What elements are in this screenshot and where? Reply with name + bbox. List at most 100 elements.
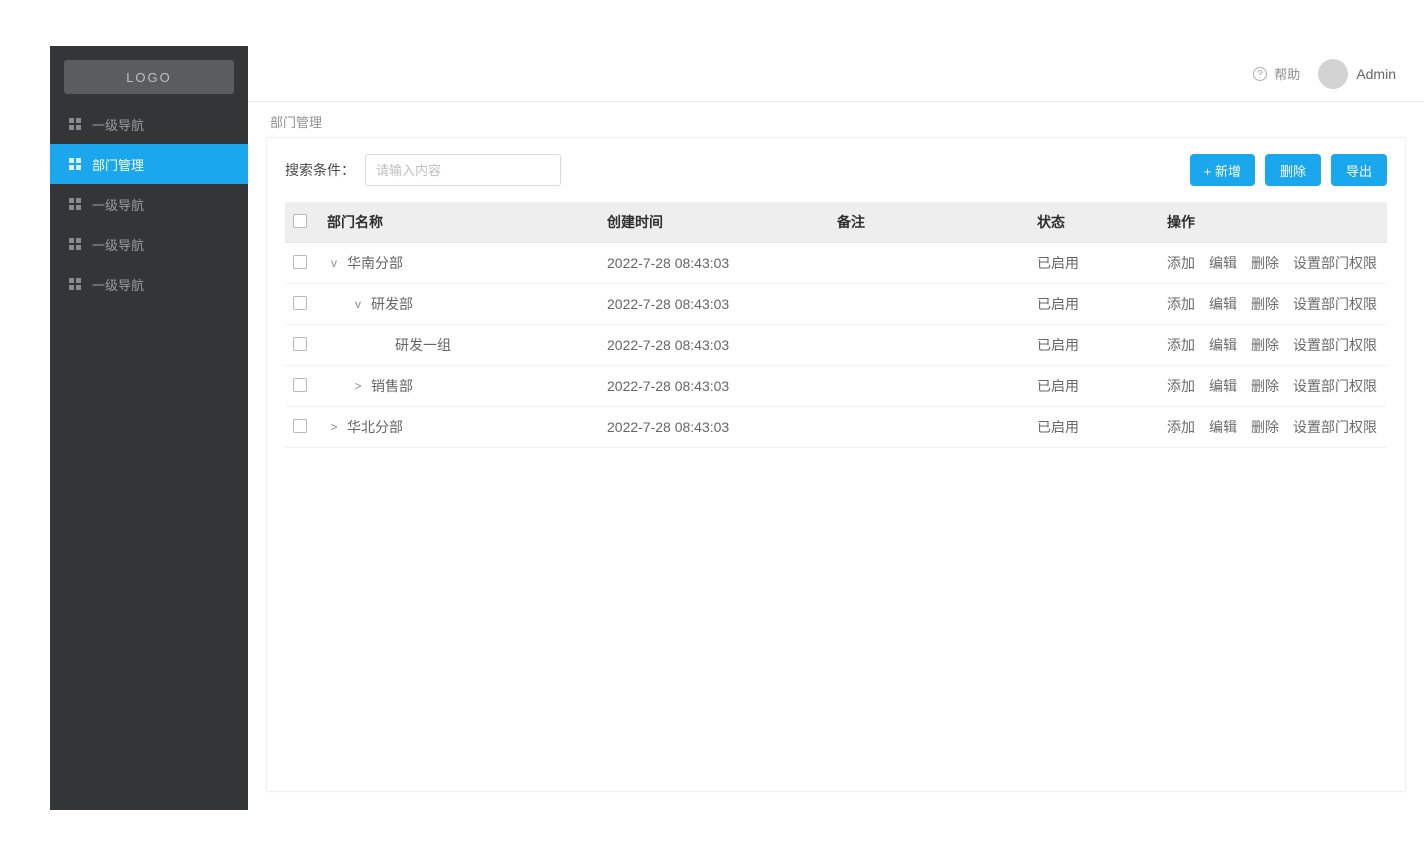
row-action-delete[interactable]: 删除 bbox=[1251, 378, 1279, 394]
row-action-perm[interactable]: 设置部门权限 bbox=[1293, 296, 1377, 312]
search-label: 搜索条件： bbox=[285, 160, 355, 180]
row-action-add[interactable]: 添加 bbox=[1167, 378, 1195, 394]
cell-created: 2022-7-28 08:43:03 bbox=[599, 284, 829, 325]
username[interactable]: Admin bbox=[1356, 66, 1396, 82]
col-status: 状态 bbox=[1029, 202, 1159, 243]
sidebar-item-label: 一级导航 bbox=[92, 235, 144, 254]
cell-created: 2022-7-28 08:43:03 bbox=[599, 325, 829, 366]
sidebar-item-label: 部门管理 bbox=[92, 155, 144, 174]
department-table: 部门名称 创建时间 备注 状态 操作 v华南分部2022-7-28 08:43:… bbox=[285, 202, 1387, 448]
col-name: 部门名称 bbox=[319, 202, 599, 243]
cell-status: 已启用 bbox=[1029, 325, 1159, 366]
row-checkbox[interactable] bbox=[293, 337, 307, 351]
cell-actions: 添加编辑删除设置部门权限 bbox=[1159, 284, 1387, 325]
chevron-right-icon[interactable]: > bbox=[351, 379, 365, 393]
delete-button[interactable]: 删除 bbox=[1265, 154, 1321, 186]
sidebar: LOGO 一级导航部门管理一级导航一级导航一级导航 bbox=[50, 46, 248, 810]
logo-text: LOGO bbox=[126, 70, 172, 85]
help-icon bbox=[1252, 66, 1268, 82]
cell-remark bbox=[829, 407, 1029, 448]
menu-icon bbox=[68, 157, 82, 171]
export-button[interactable]: 导出 bbox=[1331, 154, 1387, 186]
row-checkbox[interactable] bbox=[293, 296, 307, 310]
row-action-edit[interactable]: 编辑 bbox=[1209, 378, 1237, 394]
row-action-delete[interactable]: 删除 bbox=[1251, 337, 1279, 353]
cell-status: 已启用 bbox=[1029, 366, 1159, 407]
sidebar-item-3[interactable]: 一级导航 bbox=[50, 224, 248, 264]
cell-name: > 华北分部 bbox=[319, 407, 599, 448]
row-checkbox[interactable] bbox=[293, 378, 307, 392]
add-button[interactable]: + 新增 bbox=[1190, 154, 1255, 186]
main-area: 帮助 Admin 部门管理 搜索条件： + 新增 删除 导出 bbox=[248, 46, 1424, 810]
row-action-edit[interactable]: 编辑 bbox=[1209, 337, 1237, 353]
dept-name: 研发部 bbox=[371, 294, 413, 314]
cell-actions: 添加编辑删除设置部门权限 bbox=[1159, 407, 1387, 448]
help-link[interactable]: 帮助 bbox=[1252, 64, 1300, 83]
menu-icon bbox=[68, 277, 82, 291]
table-row: > 华北分部 2022-7-28 08:43:03 已启用添加编辑删除设置部门权限 bbox=[285, 407, 1387, 448]
row-checkbox-cell bbox=[285, 325, 319, 366]
row-action-edit[interactable]: 编辑 bbox=[1209, 419, 1237, 435]
menu-icon bbox=[68, 237, 82, 251]
col-remark: 备注 bbox=[829, 202, 1029, 243]
row-action-add[interactable]: 添加 bbox=[1167, 419, 1195, 435]
content-panel: 搜索条件： + 新增 删除 导出 部门名称 创建时间 备注 bbox=[266, 137, 1406, 792]
chevron-down-icon[interactable]: v bbox=[327, 256, 341, 270]
row-action-edit[interactable]: 编辑 bbox=[1209, 296, 1237, 312]
row-action-edit[interactable]: 编辑 bbox=[1209, 255, 1237, 271]
sidebar-item-label: 一级导航 bbox=[92, 275, 144, 294]
cell-status: 已启用 bbox=[1029, 407, 1159, 448]
row-checkbox[interactable] bbox=[293, 255, 307, 269]
row-checkbox[interactable] bbox=[293, 419, 307, 433]
row-action-delete[interactable]: 删除 bbox=[1251, 255, 1279, 271]
row-action-perm[interactable]: 设置部门权限 bbox=[1293, 337, 1377, 353]
cell-name: v 研发部 bbox=[319, 284, 599, 325]
select-all-checkbox[interactable] bbox=[293, 214, 307, 228]
dept-name: 华南分部 bbox=[347, 253, 403, 273]
search-input[interactable] bbox=[365, 154, 561, 186]
row-action-perm[interactable]: 设置部门权限 bbox=[1293, 419, 1377, 435]
row-action-delete[interactable]: 删除 bbox=[1251, 296, 1279, 312]
nav-list: 一级导航部门管理一级导航一级导航一级导航 bbox=[50, 104, 248, 304]
cell-name: 研发一组 bbox=[319, 325, 599, 366]
dept-name: 华北分部 bbox=[347, 417, 403, 437]
table-row: v 研发部 2022-7-28 08:43:03 已启用添加编辑删除设置部门权限 bbox=[285, 284, 1387, 325]
table-row: 研发一组2022-7-28 08:43:03 已启用添加编辑删除设置部门权限 bbox=[285, 325, 1387, 366]
sidebar-item-1[interactable]: 部门管理 bbox=[50, 144, 248, 184]
row-checkbox-cell bbox=[285, 243, 319, 284]
toolbar-buttons: + 新增 删除 导出 bbox=[1190, 154, 1387, 186]
chevron-right-icon[interactable]: > bbox=[327, 420, 341, 434]
logo: LOGO bbox=[64, 60, 234, 94]
row-action-delete[interactable]: 删除 bbox=[1251, 419, 1279, 435]
avatar[interactable] bbox=[1318, 59, 1348, 89]
chevron-down-icon[interactable]: v bbox=[351, 297, 365, 311]
sidebar-item-4[interactable]: 一级导航 bbox=[50, 264, 248, 304]
app-root: LOGO 一级导航部门管理一级导航一级导航一级导航 帮助 Admin 部门管理 bbox=[0, 0, 1424, 842]
col-checkbox bbox=[285, 202, 319, 243]
row-action-add[interactable]: 添加 bbox=[1167, 296, 1195, 312]
cell-actions: 添加编辑删除设置部门权限 bbox=[1159, 366, 1387, 407]
topbar: 帮助 Admin bbox=[248, 46, 1424, 102]
cell-status: 已启用 bbox=[1029, 284, 1159, 325]
cell-name: v 华南分部 bbox=[319, 243, 599, 284]
menu-icon bbox=[68, 117, 82, 131]
cell-name: >销售部 bbox=[319, 366, 599, 407]
row-action-add[interactable]: 添加 bbox=[1167, 337, 1195, 353]
row-action-perm[interactable]: 设置部门权限 bbox=[1293, 255, 1377, 271]
row-action-perm[interactable]: 设置部门权限 bbox=[1293, 378, 1377, 394]
filter-row: 搜索条件： + 新增 删除 导出 bbox=[285, 154, 1387, 186]
row-action-add[interactable]: 添加 bbox=[1167, 255, 1195, 271]
cell-remark bbox=[829, 325, 1029, 366]
row-checkbox-cell bbox=[285, 284, 319, 325]
table-row: >销售部2022-7-28 08:43:03已启用添加编辑删除设置部门权限 bbox=[285, 366, 1387, 407]
sidebar-item-2[interactable]: 一级导航 bbox=[50, 184, 248, 224]
col-ops: 操作 bbox=[1159, 202, 1387, 243]
breadcrumb: 部门管理 bbox=[248, 102, 1424, 137]
sidebar-item-label: 一级导航 bbox=[92, 115, 144, 134]
sidebar-item-0[interactable]: 一级导航 bbox=[50, 104, 248, 144]
cell-created: 2022-7-28 08:43:03 bbox=[599, 407, 829, 448]
sidebar-item-label: 一级导航 bbox=[92, 195, 144, 214]
row-checkbox-cell bbox=[285, 407, 319, 448]
menu-icon bbox=[68, 197, 82, 211]
table-row: v华南分部2022-7-28 08:43:03已启用添加编辑删除设置部门权限 bbox=[285, 243, 1387, 284]
